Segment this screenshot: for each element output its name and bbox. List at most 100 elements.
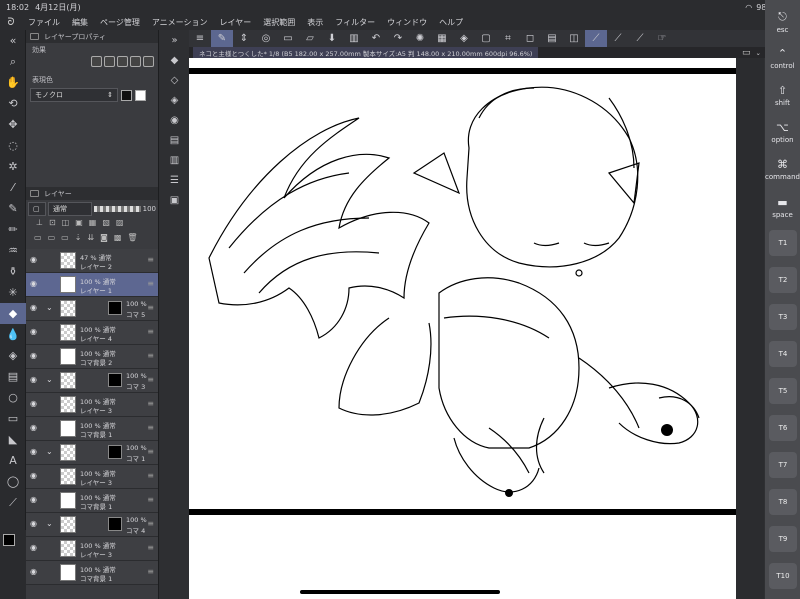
open-icon[interactable]: ▱	[299, 30, 321, 47]
eyedropper-icon[interactable]: ⁄	[0, 177, 26, 198]
eye-icon[interactable]: ◉	[30, 447, 37, 456]
materials-icon[interactable]: ▥	[159, 150, 190, 170]
main-color-swatch[interactable]	[3, 534, 15, 546]
hamburger-icon[interactable]: ≡	[189, 30, 211, 47]
add-mask-icon[interactable]: ◙	[100, 233, 108, 247]
eye-icon[interactable]: ◉	[30, 567, 37, 576]
key-command[interactable]: ⌘ command	[765, 158, 800, 181]
layer-menu-icon[interactable]: ≡	[147, 255, 154, 264]
shape-icon[interactable]: ◻	[519, 30, 541, 47]
layer-menu-icon[interactable]: ≡	[147, 351, 154, 360]
layer-tab-icon[interactable]	[30, 190, 39, 197]
menu-page[interactable]: ページ管理	[94, 17, 146, 28]
eye-icon[interactable]: ◉	[30, 327, 37, 336]
menu-view[interactable]: 表示	[301, 17, 329, 28]
wand-icon[interactable]: ✲	[0, 156, 26, 177]
merge-icon[interactable]: ⇊	[87, 233, 94, 247]
brush-size-icon[interactable]: ✎	[211, 30, 233, 47]
trash-icon[interactable]: 🗑	[127, 233, 137, 247]
layer-row[interactable]: ◉ 100 % 通常 レイヤー 3 ≡	[26, 393, 158, 417]
decoration-icon[interactable]: ✳	[0, 282, 26, 303]
black-swatch[interactable]	[121, 89, 132, 101]
eye-icon[interactable]: ◉	[30, 375, 37, 384]
key-option[interactable]: ⌥ option	[765, 121, 800, 144]
draft-icon[interactable]: ◫	[62, 218, 70, 232]
layer-menu-icon[interactable]: ≡	[147, 303, 154, 312]
apply-mask-icon[interactable]: ▩	[114, 233, 122, 247]
balloon-icon[interactable]: ◯	[0, 471, 26, 492]
eye-icon[interactable]: ◉	[30, 399, 37, 408]
eraser-vector-icon[interactable]: ◈	[159, 90, 190, 110]
layer-menu-icon[interactable]: ≡	[147, 519, 154, 528]
eye-icon[interactable]: ◉	[30, 519, 37, 528]
tab-chevron-icon[interactable]: ⌄	[756, 49, 761, 57]
blend-icon[interactable]: 💧	[0, 324, 26, 345]
eye-icon[interactable]: ◉	[30, 471, 37, 480]
stabilizer-icon[interactable]: ◎	[255, 30, 277, 47]
eye-icon[interactable]: ◉	[30, 495, 37, 504]
layer-row[interactable]: ◉ 47 % 通常 レイヤー 2 ≡	[26, 249, 158, 273]
alpha-lock-icon[interactable]: ▦	[89, 218, 97, 232]
new-vector-icon[interactable]: ▭	[48, 233, 56, 247]
save-icon[interactable]: ⬇	[321, 30, 343, 47]
history-icon[interactable]: ☰	[159, 170, 190, 190]
key-shift[interactable]: ⇧ shift	[765, 84, 800, 107]
folder-chevron-icon[interactable]: ⌄	[46, 303, 53, 312]
blend-mode-dropdown[interactable]: 通常	[48, 201, 92, 216]
drawing-canvas[interactable]	[189, 58, 736, 599]
function-key[interactable]: T4	[769, 341, 797, 367]
gradient-icon[interactable]: ▤	[0, 366, 26, 387]
rotate-icon[interactable]: ⟲	[0, 93, 26, 114]
lock-icon[interactable]: ▣	[75, 218, 83, 232]
collapse-icon[interactable]: «	[0, 30, 26, 51]
layer-menu-icon[interactable]: ≡	[147, 375, 154, 384]
snap-ruler-icon[interactable]: ⟋	[629, 30, 651, 47]
menu-edit[interactable]: 編集	[66, 17, 94, 28]
figure-icon[interactable]: ○	[0, 387, 26, 408]
function-key[interactable]: T3	[769, 304, 797, 330]
function-key[interactable]: T8	[769, 489, 797, 515]
frame-icon[interactable]: ▭	[0, 408, 26, 429]
pen-icon[interactable]: ✎	[0, 198, 26, 219]
key-control[interactable]: ⌃ control	[765, 47, 800, 70]
hand-flip-icon[interactable]: ☞	[651, 30, 673, 47]
function-key[interactable]: T6	[769, 415, 797, 441]
layer-row[interactable]: ◉ 100 % 通常 コマ背景 2 ≡	[26, 345, 158, 369]
layer-menu-icon[interactable]: ≡	[147, 327, 154, 336]
lasso-icon[interactable]: ◌	[0, 135, 26, 156]
layer-row[interactable]: ◉ ⌄ 100 % コマ 1 ≡	[26, 441, 158, 465]
folder-chevron-icon[interactable]: ⌄	[46, 519, 53, 528]
layer-row[interactable]: ◉ ⌄ 100 % コマ 4 ≡	[26, 513, 158, 537]
app-logo-icon[interactable]: ᘐ	[0, 17, 22, 28]
loading-icon[interactable]: ✺	[409, 30, 431, 47]
eye-icon[interactable]: ◉	[30, 303, 37, 312]
correct-line-icon[interactable]: ⟋	[0, 492, 26, 513]
function-key[interactable]: T1	[769, 230, 797, 256]
new-folder-icon[interactable]: ▭	[61, 233, 69, 247]
mirror-icon[interactable]: ◫	[563, 30, 585, 47]
menu-animation[interactable]: アニメーション	[146, 17, 214, 28]
document-tab[interactable]: ネコと主様とつくした* 1/8 (B5 182.00 x 257.00mm 製本…	[193, 47, 539, 58]
opacity-value[interactable]: 100	[143, 205, 156, 213]
layer-row[interactable]: ◉ 100 % 通常 コマ背景 1 ≡	[26, 489, 158, 513]
folder-chevron-icon[interactable]: ⌄	[46, 447, 53, 456]
grid-icon[interactable]: ▤	[541, 30, 563, 47]
pencil-icon[interactable]: ✏	[0, 219, 26, 240]
ruler-layer-icon[interactable]: ▨	[116, 218, 124, 232]
key-esc[interactable]: ⎋ esc	[765, 10, 800, 34]
new-file-icon[interactable]: ▭	[277, 30, 299, 47]
folder-chevron-icon[interactable]: ⌄	[46, 375, 53, 384]
function-key[interactable]: T5	[769, 378, 797, 404]
color-mode-dropdown[interactable]: モノクロ ⇕	[30, 88, 118, 102]
layer-row[interactable]: ◉ 100 % 通常 コマ背景 1 ≡	[26, 417, 158, 441]
eye-icon[interactable]: ◉	[30, 351, 37, 360]
eraser-soft-icon[interactable]: ◇	[159, 70, 190, 90]
layer-type-dropdown[interactable]: ▢	[28, 201, 46, 216]
menu-window[interactable]: ウィンドウ	[381, 17, 433, 28]
opacity-slider[interactable]	[94, 205, 141, 212]
fill-cmd-icon[interactable]: ◈	[453, 30, 475, 47]
move-icon[interactable]: ✥	[0, 114, 26, 135]
navigator-icon[interactable]: ◉	[159, 110, 190, 130]
key-space[interactable]: ▬ space	[765, 196, 800, 219]
ruler-icon[interactable]: ◣	[0, 429, 26, 450]
